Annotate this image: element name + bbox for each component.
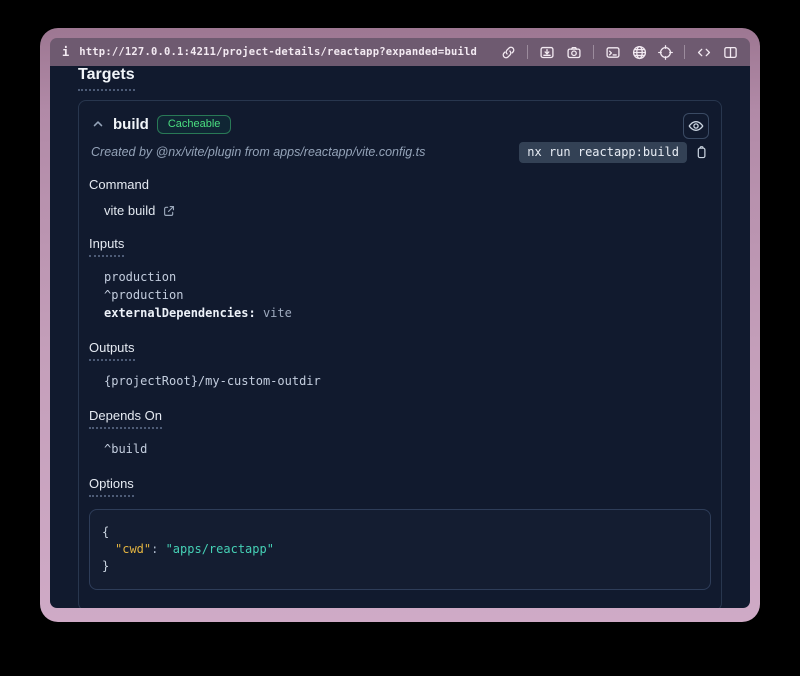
info-icon[interactable]: i xyxy=(62,45,69,59)
link-icon[interactable] xyxy=(501,45,516,60)
created-by-text: Created by @nx/vite/plugin from apps/rea… xyxy=(91,145,425,159)
toolbar-actions xyxy=(501,45,738,60)
copy-icon[interactable] xyxy=(694,145,709,160)
target-card-build: build Cacheable Created by @nx/vite/plug… xyxy=(78,100,722,608)
json-cwd-line: "cwd": "apps/reactapp" xyxy=(102,541,698,558)
targets-heading[interactable]: Targets xyxy=(78,66,135,91)
url-text[interactable]: http://127.0.0.1:4211/project-details/re… xyxy=(79,46,477,58)
depends-on-label[interactable]: Depends On xyxy=(89,408,711,429)
browser-window: i http://127.0.0.1:4211/project-details/… xyxy=(40,28,760,622)
browser-toolbar: i http://127.0.0.1:4211/project-details/… xyxy=(50,38,750,66)
options-json-block: { "cwd": "apps/reactapp" } xyxy=(89,509,711,590)
code-icon[interactable] xyxy=(696,45,712,60)
input-item-keyed: externalDependencies: vite xyxy=(104,304,711,322)
outputs-list: {projectRoot}/my-custom-outdir xyxy=(104,372,711,390)
toolbar-divider xyxy=(593,45,594,59)
save-screenshot-icon[interactable] xyxy=(539,45,555,60)
json-open-brace: { xyxy=(102,524,698,541)
options-label[interactable]: Options xyxy=(89,476,711,497)
camera-icon[interactable] xyxy=(566,45,582,60)
globe-icon[interactable] xyxy=(632,45,647,60)
outputs-label[interactable]: Outputs xyxy=(89,340,711,361)
command-value-row: vite build xyxy=(104,203,711,218)
build-card-header: build Cacheable Created by @nx/vite/plug… xyxy=(79,101,721,163)
build-title-row: build Cacheable xyxy=(91,113,709,135)
terminal-icon[interactable] xyxy=(605,45,621,60)
build-card-body: Command vite build Inputs production ^pr… xyxy=(79,177,721,608)
inputs-label[interactable]: Inputs xyxy=(89,236,711,257)
depends-on-list: ^build xyxy=(104,440,711,458)
external-link-icon[interactable] xyxy=(162,204,176,218)
toolbar-divider xyxy=(684,45,685,59)
target-name: build xyxy=(113,116,149,133)
output-item: {projectRoot}/my-custom-outdir xyxy=(104,372,711,390)
eye-icon-button[interactable] xyxy=(683,113,709,139)
run-command-group: nx run reactapp:build xyxy=(519,142,709,163)
input-item: ^production xyxy=(104,286,711,304)
split-view-icon[interactable] xyxy=(723,45,738,60)
json-close-brace: } xyxy=(102,558,698,575)
command-label: Command xyxy=(89,177,711,192)
command-value: vite build xyxy=(104,203,155,218)
crosshair-icon[interactable] xyxy=(658,45,673,60)
chevron-up-icon[interactable] xyxy=(91,117,105,131)
depends-on-item: ^build xyxy=(104,440,711,458)
input-item: production xyxy=(104,268,711,286)
desktop-background: i http://127.0.0.1:4211/project-details/… xyxy=(0,0,800,676)
toolbar-divider xyxy=(527,45,528,59)
cacheable-badge: Cacheable xyxy=(157,115,232,134)
project-details-page: Targets build Cacheable Created xyxy=(50,66,750,608)
inputs-list: production ^production externalDependenc… xyxy=(104,268,711,322)
run-command-chip: nx run reactapp:build xyxy=(519,142,687,163)
build-subtitle-row: Created by @nx/vite/plugin from apps/rea… xyxy=(91,141,709,163)
